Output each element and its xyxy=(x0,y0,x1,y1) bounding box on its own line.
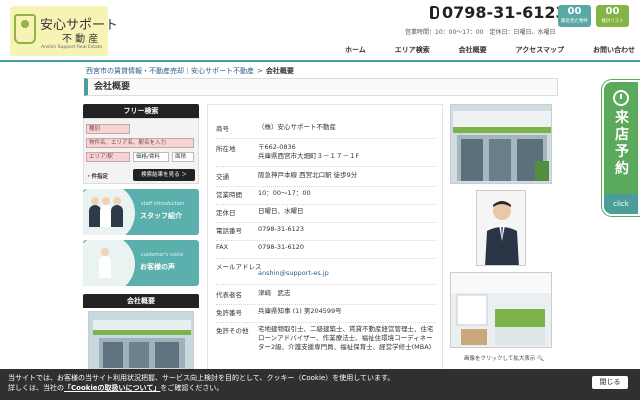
email-link[interactable]: anshin@support-es.jp xyxy=(258,269,438,278)
table-row: メールアドレス anshin@support-es.jp xyxy=(216,261,436,285)
table-row: 交通 阪急神戸本線 西宮北口駅 徒歩9分 xyxy=(216,171,436,187)
table-row: 営業時間 10：00〜17：00 xyxy=(216,189,436,205)
customer-photo-icon xyxy=(89,248,123,278)
header-divider xyxy=(0,60,640,62)
table-row: 代表者名 津崎 武志 xyxy=(216,289,436,305)
page-title: 会社概要 xyxy=(84,78,558,96)
keyword-input[interactable]: 物件名、エリア名、駅名を入力 xyxy=(86,138,194,148)
table-row: 商号 （株）安心サポート不動産 xyxy=(216,123,436,139)
breadcrumb-current: 会社概要 xyxy=(265,67,294,75)
representative-photo[interactable] xyxy=(476,190,526,266)
table-row: FAX 0798-31-6120 xyxy=(216,243,436,259)
cookie-policy-link[interactable]: 「Cookieの取扱いについて」 xyxy=(64,384,160,392)
phone-number[interactable]: 0798-31-6123 xyxy=(430,3,567,22)
table-row: 所在地 〒662-0836 兵庫県西宮市大畑町３－１７－１F xyxy=(216,143,436,167)
business-hours: 営業時間：10：00〜17：00 定休日：日曜日、水曜日 xyxy=(405,29,556,36)
phone-icon xyxy=(430,6,439,19)
company-heading: 会社概要 xyxy=(83,294,199,308)
company-info-table: 商号 （株）安心サポート不動産 所在地 〒662-0836 兵庫県西宮市大畑町３－１… xyxy=(207,104,443,374)
type-select[interactable]: 種別 xyxy=(86,124,130,134)
breadcrumb: 西宮市の賃貸情報・不動産売却｜安心サポート不動産 > 会社概要 xyxy=(86,67,294,75)
nav-home[interactable]: ホーム xyxy=(345,45,366,55)
interior-photo[interactable] xyxy=(450,272,552,348)
logo-subtitle: 不 動 産 xyxy=(62,34,99,45)
customer-voice-banner[interactable]: customer's voice お客様の声 xyxy=(83,240,199,286)
breadcrumb-home[interactable]: 西宮市の賃貸情報・不動産売却｜安心サポート不動産 xyxy=(86,67,254,75)
storefront-thumbnail[interactable] xyxy=(88,311,194,371)
recently-viewed-badge[interactable]: 00 最近見た物件 xyxy=(558,5,591,27)
cookie-text: 当サイトでは、お客様の当サイト利用状況把握、サービス向上検討を目的として、クッキ… xyxy=(8,374,395,382)
house-logo-icon xyxy=(14,14,36,44)
cookie-close-button[interactable]: 閉じる xyxy=(592,376,628,389)
staff-intro-banner[interactable]: staff introduction スタッフ紹介 xyxy=(83,189,199,235)
storefront-photo[interactable] xyxy=(450,104,552,184)
staff-portrait-image xyxy=(477,191,525,265)
visit-reservation-tab[interactable]: 来店予約 click xyxy=(602,80,640,216)
table-row: 電話番号 0798-31-6123 xyxy=(216,225,436,241)
table-row: 免許番号 兵庫県知事 (1) 第204599号 xyxy=(216,307,436,323)
table-row: 定休日 日曜日、水曜日 xyxy=(216,207,436,223)
nav-access-map[interactable]: アクセスマップ xyxy=(516,45,564,55)
global-nav: ホーム エリア検索 会社概要 アクセスマップ お問い合わせ xyxy=(345,45,635,55)
site-logo[interactable]: 安心サポート 不 動 産 Anshin Support Real Estate xyxy=(10,6,118,56)
staff-photo-icon xyxy=(89,197,123,227)
free-search-heading: フリー検索 xyxy=(83,104,199,118)
cookie-banner: 当サイトでは、お客様の当サイト利用状況把握、サービス向上検討を目的として、クッキ… xyxy=(0,369,640,400)
storefront-image xyxy=(451,105,551,183)
nav-area-search[interactable]: エリア検索 xyxy=(395,45,430,55)
favorites-badge[interactable]: 00 検討リスト xyxy=(596,5,629,27)
nav-company[interactable]: 会社概要 xyxy=(459,45,487,55)
nav-contact[interactable]: お問い合わせ xyxy=(593,45,635,55)
size-select[interactable]: 面積 xyxy=(172,152,194,162)
zoom-icon: 🔍 xyxy=(537,356,544,362)
clock-icon xyxy=(613,90,629,106)
table-row: 免許その他 宅地建物取引士、二級建築士、賃貸不動産経営管理士、住宅ローンアドバイザ… xyxy=(216,325,434,351)
logo-english: Anshin Support Real Estate xyxy=(41,45,103,50)
price-select[interactable]: 価格/賃料 xyxy=(133,152,169,162)
condition-label: ・件指定 xyxy=(86,174,109,180)
office-interior-image xyxy=(451,273,551,347)
area-select[interactable]: エリア/駅 xyxy=(86,152,130,162)
zoom-hint: 画像をクリックして拡大表示 🔍 xyxy=(464,356,544,362)
storefront-image xyxy=(89,312,193,370)
see-results-button[interactable]: 検索結果を見る ＞ xyxy=(133,169,195,181)
